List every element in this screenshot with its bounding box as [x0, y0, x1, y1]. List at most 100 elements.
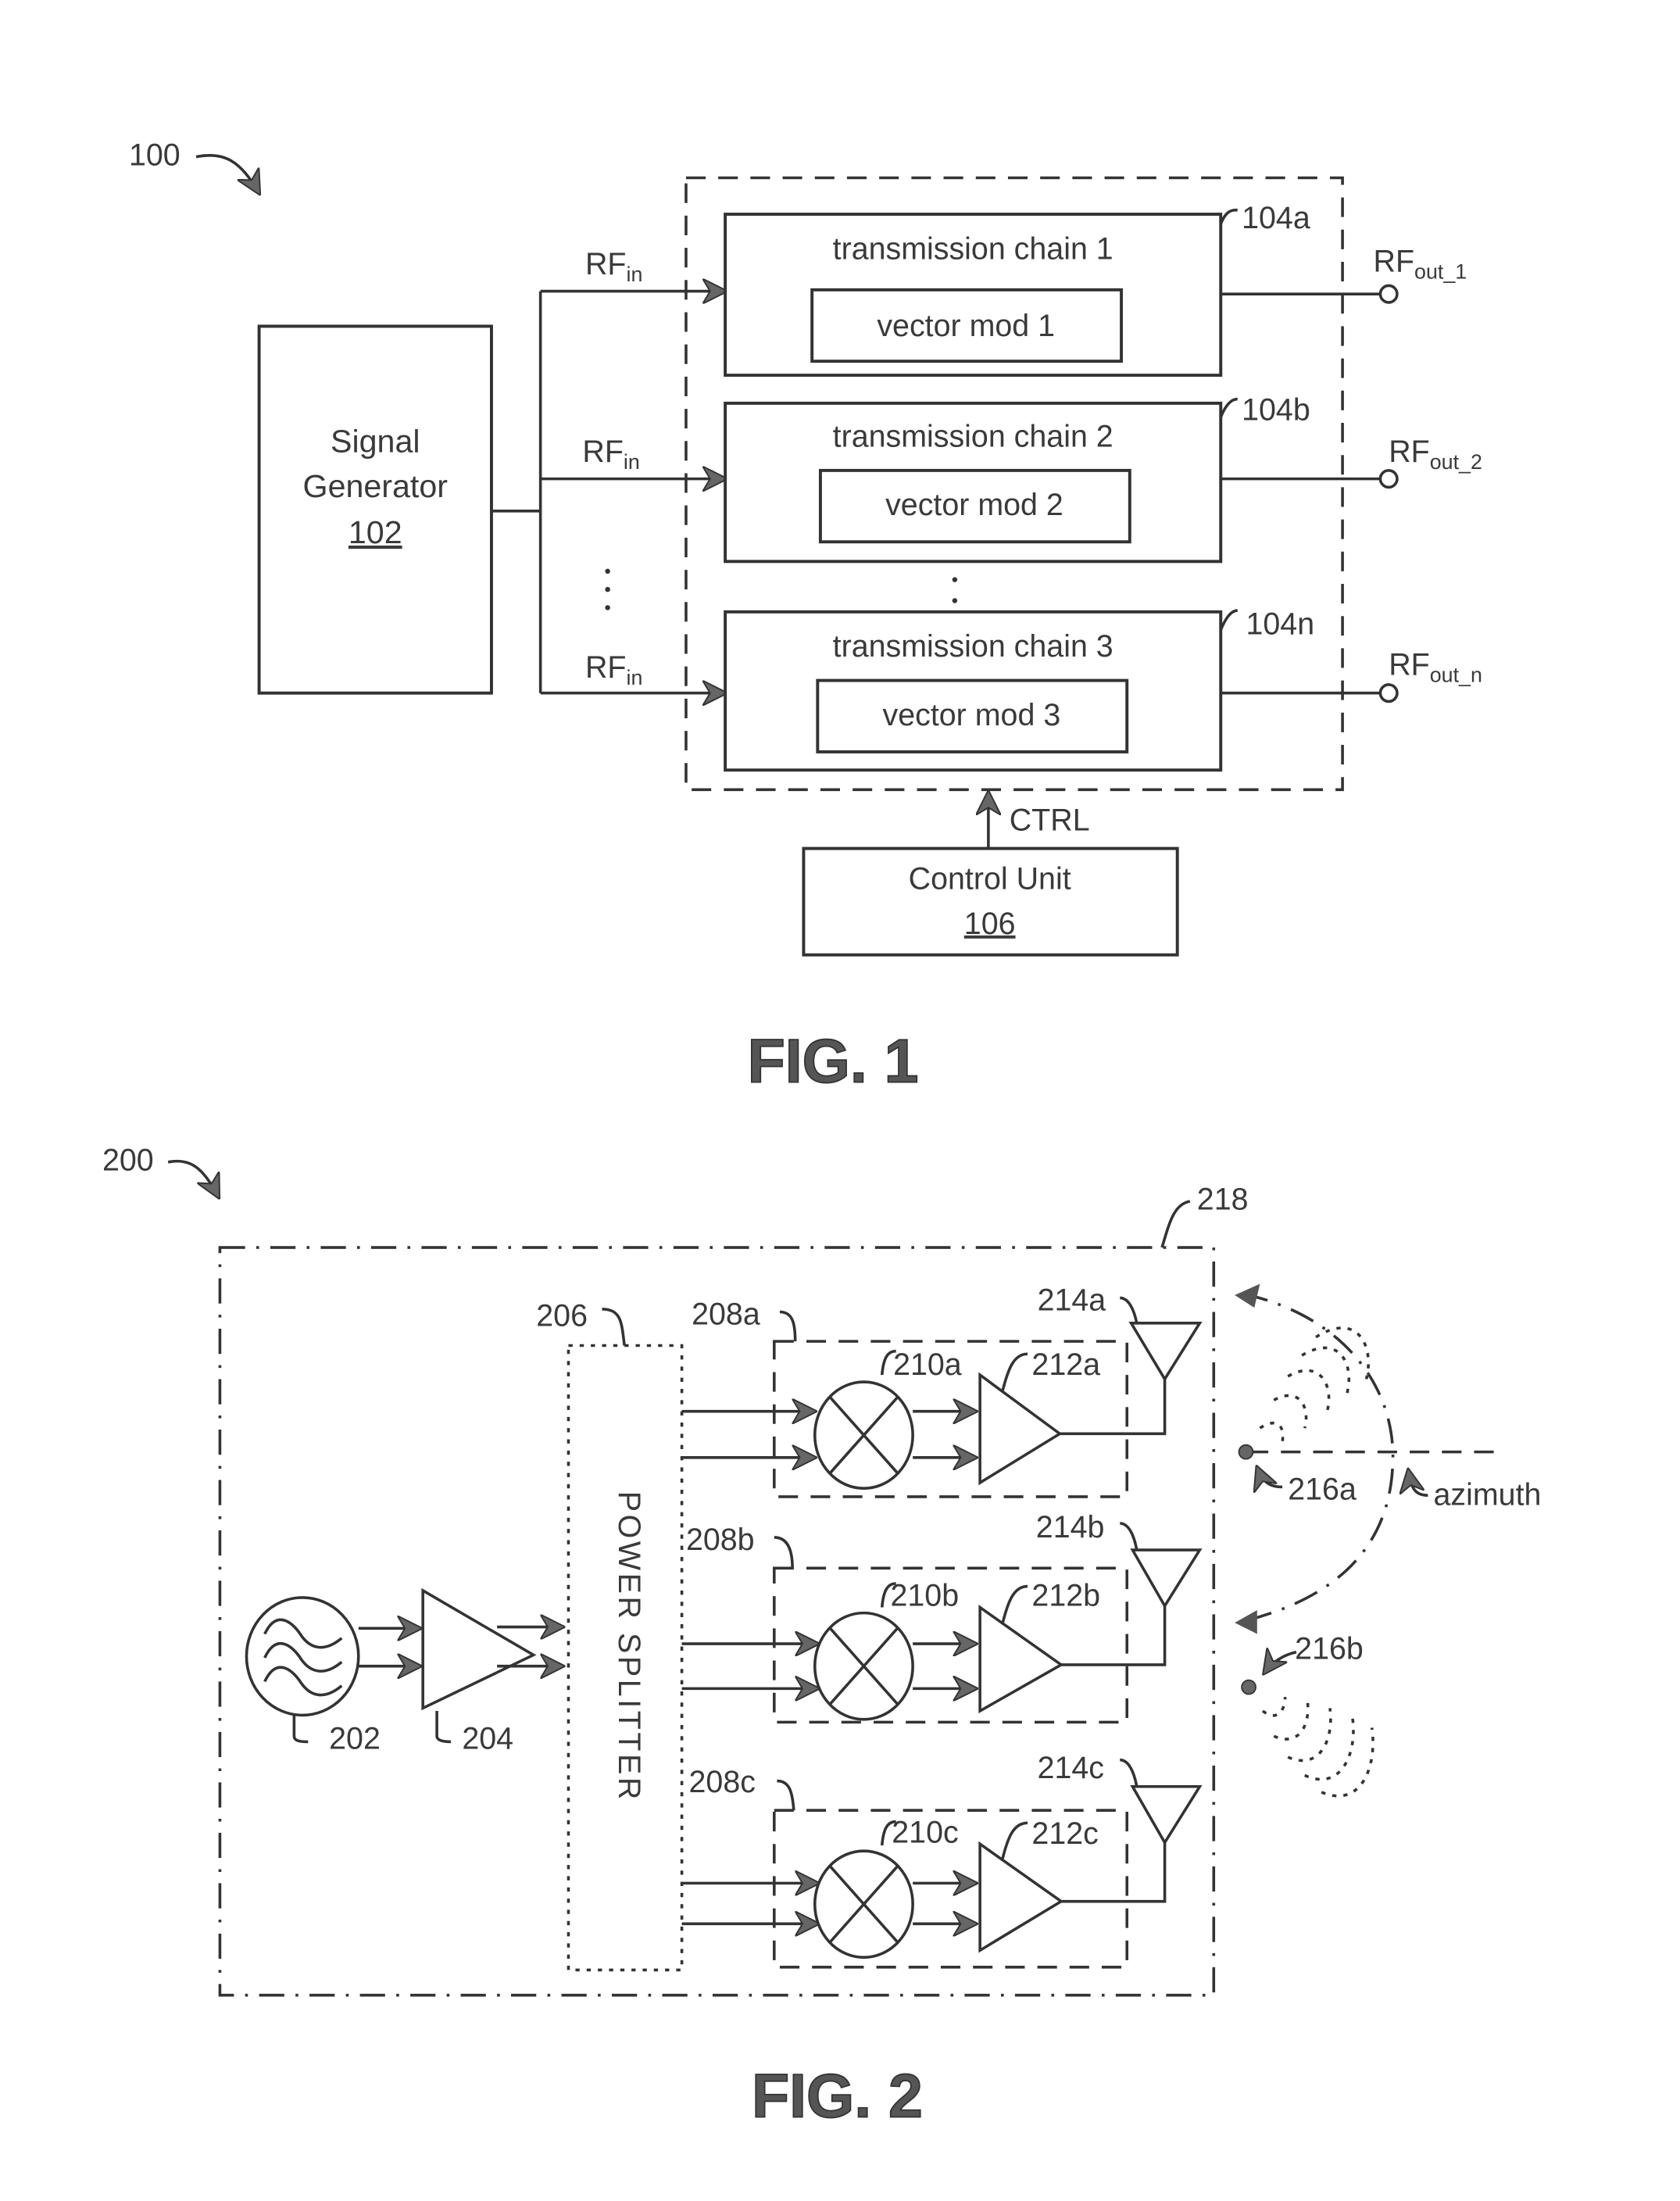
azimuth-sweep-arc: [1242, 1292, 1395, 1623]
channel-a: 208a 210a 212a 214a: [681, 1283, 1203, 1498]
channel-c-ref: 208c: [689, 1765, 756, 1799]
channel-b: 208b 210b 212b 214b: [681, 1510, 1203, 1724]
rf-out-2-label: RFout_2: [1389, 435, 1482, 474]
mixer-a-icon: [813, 1380, 914, 1490]
channel-c-ref-leader: [777, 1779, 795, 1811]
azimuth-ref-arrow: [1408, 1470, 1428, 1497]
enclosure-ref-leader: [1160, 1200, 1191, 1248]
rf-out-1-label: RFout_1: [1374, 245, 1467, 284]
wave-arcs-b: [1261, 1697, 1374, 1798]
transmission-chain-2: transmission chain 2 vector mod 2 104b R…: [724, 392, 1482, 564]
oscillator-icon: [245, 1596, 360, 1717]
svg-text:RFin: RFin: [582, 435, 639, 474]
channel-c: 208c 210c 212c 214c: [681, 1751, 1203, 1969]
mixer-b-ref: 210b: [890, 1579, 959, 1613]
rf-out-2-terminal: [1378, 469, 1399, 489]
control-unit-block: Control Unit 106: [802, 846, 1179, 957]
vector-mod-3-label: vector mod 3: [883, 698, 1061, 732]
mixer-b-icon: [813, 1611, 914, 1721]
figure-2: 200 218 202 204 POWER SPLITTER 206 208a: [102, 1143, 1542, 2131]
rf-out-n-label: RFout_n: [1389, 647, 1482, 686]
ctrl-label: CTRL: [1010, 803, 1090, 837]
channel-a-ref: 208a: [692, 1297, 760, 1332]
mixer-c-icon: [813, 1849, 914, 1959]
rf-in-label-2: RFin: [582, 435, 639, 474]
channel-b-ref: 208b: [686, 1523, 755, 1557]
chain-3-ref: 104n: [1246, 607, 1314, 641]
fig1-ref-label: 100: [129, 138, 181, 172]
fig2-ref-label: 200: [102, 1143, 154, 1178]
amplifier-ref-leader: [435, 1711, 452, 1744]
channel-b-ref-leader: [774, 1536, 794, 1569]
antenna-b-ref: 214b: [1036, 1510, 1105, 1544]
fig2-ref-arrow: [167, 1159, 218, 1197]
splitter-ref-leader: [602, 1308, 626, 1346]
amplifier-a-icon: [978, 1372, 1063, 1486]
chain-2-ref-leader: [1219, 397, 1238, 418]
antenna-b-icon: [1130, 1548, 1203, 1609]
wave-arcs-a: [1259, 1326, 1371, 1443]
antenna-c-icon: [1130, 1784, 1203, 1845]
transmission-chain-1: transmission chain 1 vector mod 1 104a R…: [724, 201, 1467, 378]
azimuth-label: azimuth: [1434, 1478, 1542, 1512]
svg-text:RFin: RFin: [585, 650, 642, 689]
control-unit-label: Control Unit: [909, 862, 1071, 897]
amp-to-antenna-c-line: [1061, 1842, 1167, 1903]
figure-1: 100 Signal Generator 102 RFin RFin RFin: [129, 138, 1482, 1096]
chain-2-ref: 104b: [1242, 392, 1310, 427]
sweep-arrowhead-top: [1235, 1283, 1260, 1308]
signal-generator-label-1: Signal: [331, 424, 420, 460]
amp-b-ref-leader: [1001, 1584, 1028, 1625]
svg-text:RFin: RFin: [585, 247, 642, 286]
amp-a-ref: 212a: [1031, 1347, 1100, 1382]
channel-a-ref-leader: [779, 1310, 797, 1342]
chain-1-ref-leader: [1219, 208, 1238, 225]
amplifier-ref: 204: [462, 1721, 513, 1755]
signal-generator-ref: 102: [349, 514, 402, 550]
fig1-caption: FIG. 1: [748, 1027, 919, 1096]
ellipsis-dots-middle: [952, 577, 958, 603]
target-216b-ref-arrow: [1264, 1652, 1297, 1673]
oscillator-ref-leader: [292, 1715, 309, 1744]
oscillator-ref: 202: [329, 1721, 381, 1755]
antenna-c-ref-leader: [1120, 1758, 1138, 1788]
target-216a-ref-arrow: [1257, 1467, 1283, 1487]
antenna-a-icon: [1128, 1322, 1203, 1382]
amp-c-ref-leader: [1001, 1821, 1028, 1860]
signal-generator-block: Signal Generator 102: [257, 324, 493, 695]
chain-1-ref: 104a: [1242, 201, 1310, 235]
antenna-b-ref-leader: [1120, 1522, 1138, 1551]
mixer-a-ref: 210a: [893, 1347, 962, 1382]
sweep-arrowhead-bottom: [1235, 1610, 1257, 1634]
target-216b-point: [1241, 1679, 1256, 1695]
amplifier-c-icon: [978, 1841, 1064, 1953]
target-216a-ref: 216a: [1288, 1473, 1357, 1507]
chain-3-ref-leader: [1219, 609, 1238, 631]
vector-mod-2-label: vector mod 2: [885, 488, 1063, 522]
power-splitter-label: POWER SPLITTER: [612, 1491, 646, 1802]
antenna-a-ref: 214a: [1038, 1283, 1106, 1318]
antenna-a-ref-leader: [1120, 1296, 1138, 1324]
amp-to-antenna-b-line: [1061, 1605, 1167, 1666]
rf-in-label-1: RFin: [585, 247, 642, 286]
amplifier-204-icon: [421, 1587, 537, 1711]
rf-out-n-terminal: [1378, 683, 1399, 703]
target-216a-point: [1238, 1444, 1254, 1460]
signal-generator-label-2: Generator: [303, 468, 449, 504]
vector-mod-1-label: vector mod 1: [877, 309, 1055, 343]
chain-1-title: transmission chain 1: [833, 231, 1113, 266]
amplifier-b-icon: [978, 1605, 1064, 1714]
splitter-ref: 206: [536, 1298, 588, 1333]
rf-in-label-3: RFin: [585, 650, 642, 689]
target-216b-ref: 216b: [1295, 1632, 1364, 1666]
control-unit-ref: 106: [964, 907, 1016, 941]
amp-b-ref: 212b: [1031, 1579, 1100, 1613]
ellipsis-dots-left: [605, 568, 610, 610]
chain-3-title: transmission chain 3: [833, 629, 1113, 664]
chain-2-title: transmission chain 2: [833, 419, 1113, 453]
rf-out-1-terminal: [1378, 284, 1399, 304]
amp-to-antenna-a-line: [1060, 1379, 1167, 1436]
enclosure-ref: 218: [1197, 1183, 1249, 1217]
fig2-caption: FIG. 2: [752, 2062, 923, 2131]
transmission-chain-3: transmission chain 3 vector mod 3 104n R…: [724, 607, 1482, 772]
